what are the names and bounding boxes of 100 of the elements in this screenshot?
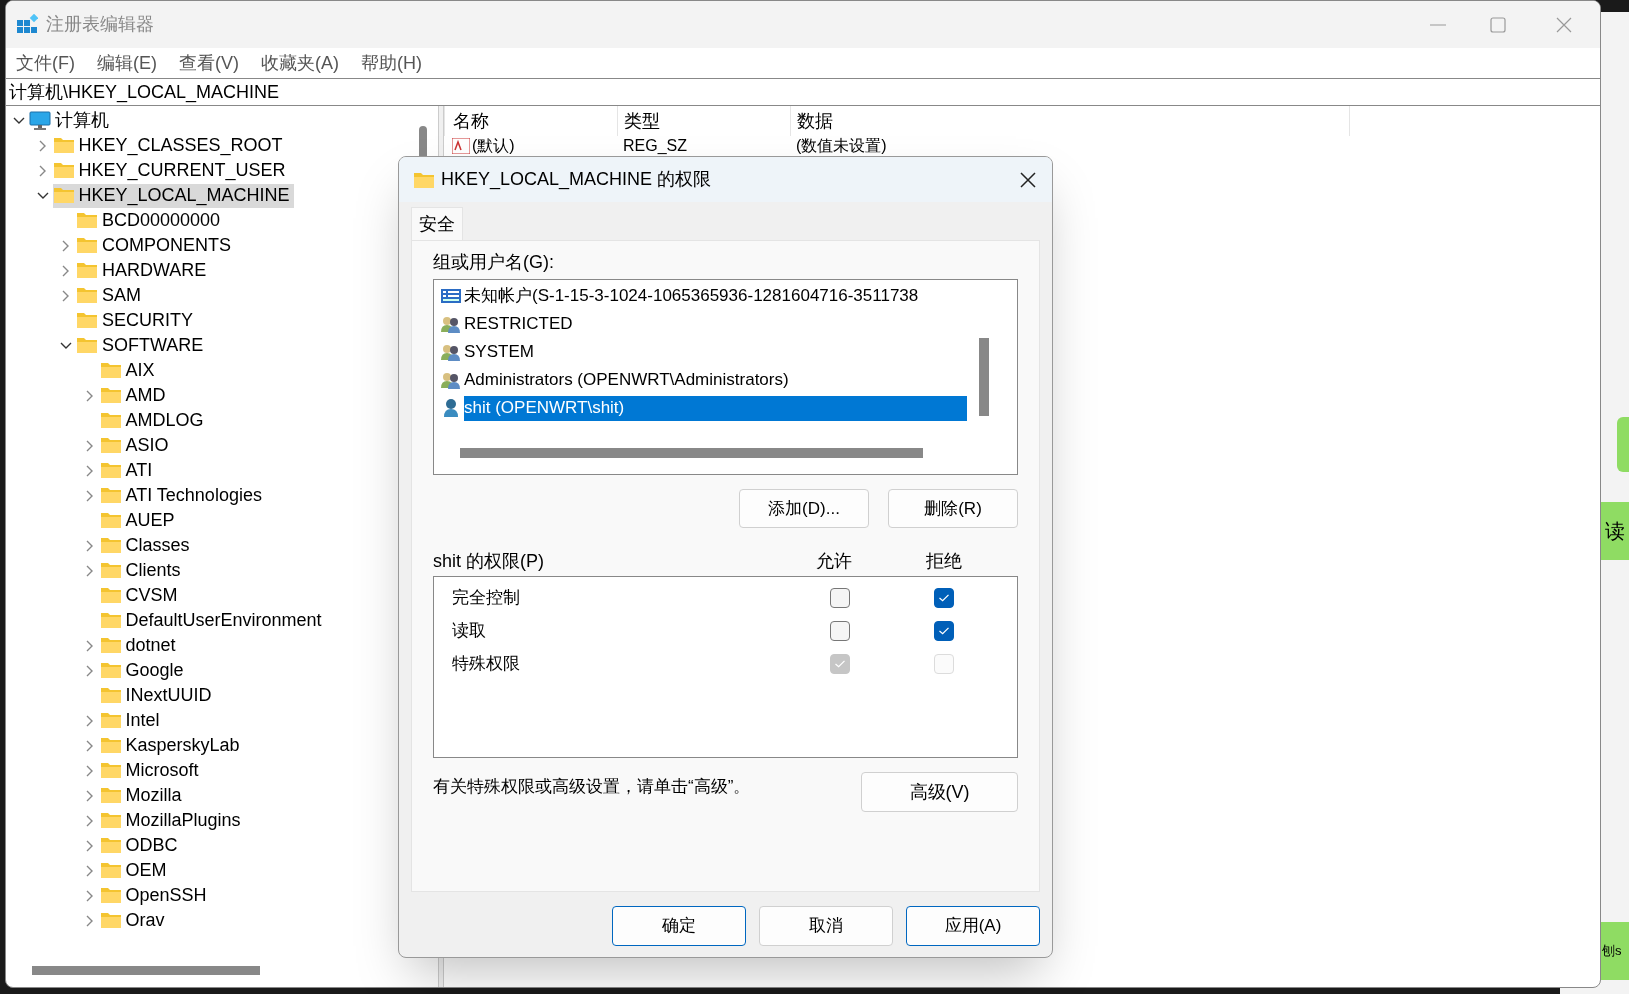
- tree-item[interactable]: ASIO: [99, 433, 173, 458]
- scrollbar-thumb[interactable]: [32, 966, 260, 975]
- tree-item[interactable]: AUEP: [99, 508, 179, 533]
- background-tab[interactable]: 读: [1601, 502, 1629, 560]
- folder-icon: [99, 586, 122, 605]
- advanced-button[interactable]: 高级(V): [861, 772, 1018, 812]
- tree-item[interactable]: KasperskyLab: [99, 733, 244, 758]
- tree-item[interactable]: Mozilla: [99, 783, 186, 808]
- tree-item[interactable]: MozillaPlugins: [99, 808, 245, 833]
- menu-item[interactable]: 编辑(E): [97, 49, 157, 77]
- user-icon: [441, 398, 461, 418]
- tree-item[interactable]: Microsoft: [99, 758, 203, 783]
- button[interactable]: 添加(D)...: [739, 489, 869, 528]
- menu-item[interactable]: 文件(F): [16, 49, 75, 77]
- tree-item[interactable]: 计算机: [29, 108, 113, 133]
- folder-icon: [99, 761, 122, 780]
- folder-icon: [99, 811, 122, 830]
- tree-item[interactable]: SAM: [76, 283, 145, 308]
- tree-item[interactable]: Clients: [99, 558, 185, 583]
- permission-label: 完全控制: [452, 586, 521, 609]
- folder-icon: [99, 911, 122, 930]
- folder-icon: [99, 786, 122, 805]
- tree-item[interactable]: ATI: [99, 458, 157, 483]
- tree-item[interactable]: SOFTWARE: [76, 333, 208, 358]
- permissions-label: shit 的权限(P): [433, 549, 545, 573]
- tree-item[interactable]: dotnet: [99, 633, 180, 658]
- tree-item[interactable]: ODBC: [99, 833, 182, 858]
- tree-item[interactable]: Orav: [99, 908, 169, 933]
- users-icon: [440, 314, 462, 334]
- button[interactable]: 应用(A): [906, 906, 1040, 946]
- folder-icon: [99, 561, 122, 580]
- folder-icon: [76, 236, 98, 255]
- tree-item[interactable]: Google: [99, 658, 188, 683]
- scrollbar-thumb[interactable]: [460, 448, 923, 458]
- tree-item[interactable]: OpenSSH: [99, 883, 211, 908]
- menu-item[interactable]: 帮助(H): [361, 49, 422, 77]
- tree-item[interactable]: Classes: [99, 533, 194, 558]
- tree-item[interactable]: INextUUID: [99, 683, 216, 708]
- tree-item[interactable]: SECURITY: [76, 308, 197, 333]
- tree-item[interactable]: HARDWARE: [76, 258, 211, 283]
- string-value-icon: [452, 138, 470, 154]
- checkbox[interactable]: [830, 620, 850, 641]
- folder-icon: [99, 386, 122, 405]
- scrollbar-thumb[interactable]: [979, 338, 989, 416]
- tree-item[interactable]: BCD00000000: [76, 208, 225, 233]
- tree-item[interactable]: DefaultUserEnvironment: [99, 608, 326, 633]
- list-item[interactable]: SYSTEM: [464, 339, 967, 365]
- menu-item[interactable]: 收藏夹(A): [261, 49, 339, 77]
- checkbox[interactable]: [830, 587, 850, 608]
- folder-icon: [99, 886, 122, 905]
- column-header: 允许: [816, 549, 852, 573]
- column-header[interactable]: 类型: [617, 106, 790, 136]
- folder-icon: [99, 836, 122, 855]
- folder-icon: [99, 611, 122, 630]
- button[interactable]: 删除(R): [888, 489, 1018, 528]
- column-header[interactable]: 名称: [444, 106, 617, 136]
- folder-icon: [52, 136, 75, 155]
- folder-icon: [76, 311, 98, 330]
- table-cell-text: (默认): [472, 136, 515, 156]
- column-header[interactable]: 数据: [790, 106, 1350, 136]
- button[interactable]: 取消: [759, 906, 893, 946]
- list-item[interactable]: Administrators (OPENWRT\Administrators): [464, 367, 967, 393]
- tree-item[interactable]: ATI Technologies: [99, 483, 266, 508]
- tab[interactable]: 安全: [411, 207, 463, 240]
- background-tab[interactable]: 刨s: [1601, 922, 1629, 980]
- folder-icon: [99, 536, 122, 555]
- folder-icon: [99, 436, 122, 455]
- address-bar[interactable]: 计算机\HKEY_LOCAL_MACHINE: [6, 78, 1600, 106]
- tree-item[interactable]: AMD: [99, 383, 170, 408]
- tree-item[interactable]: OEM: [99, 858, 171, 883]
- table-cell-text: (数值未设置): [795, 136, 887, 156]
- permission-label: 读取: [452, 619, 487, 642]
- tree-item[interactable]: CVSM: [99, 583, 182, 608]
- folder-icon: [99, 486, 122, 505]
- permission-label: 特殊权限: [452, 652, 521, 675]
- folder-icon: [52, 186, 75, 205]
- list-item[interactable]: shit (OPENWRT\shit): [464, 395, 967, 421]
- folder-icon: [413, 170, 435, 189]
- folder-icon: [76, 261, 98, 280]
- checkbox[interactable]: [934, 620, 954, 641]
- folder-icon: [99, 661, 122, 680]
- folder-icon: [76, 211, 98, 230]
- folder-icon: [99, 736, 122, 755]
- tree-item[interactable]: Intel: [99, 708, 164, 733]
- close-icon[interactable]: [1018, 169, 1038, 190]
- button[interactable]: 确定: [612, 906, 746, 946]
- tree-item[interactable]: AMDLOG: [99, 408, 208, 433]
- tree-item[interactable]: HKEY_LOCAL_MACHINE: [52, 183, 294, 208]
- tree-item[interactable]: AIX: [99, 358, 159, 383]
- tree-item[interactable]: HKEY_CLASSES_ROOT: [52, 133, 287, 158]
- checkbox[interactable]: [934, 587, 954, 608]
- folder-icon: [99, 361, 122, 380]
- list-item[interactable]: RESTRICTED: [464, 311, 967, 337]
- list-item[interactable]: 未知帐户(S-1-15-3-1024-1065365936-1281604716-3511738: [464, 283, 967, 309]
- tree-item[interactable]: HKEY_CURRENT_USER: [52, 158, 290, 183]
- menu-item[interactable]: 查看(V): [179, 49, 239, 77]
- tree-item[interactable]: COMPONENTS: [76, 233, 235, 258]
- folder-icon: [76, 286, 98, 305]
- app-icon: [16, 13, 38, 36]
- window-title: 注册表编辑器: [46, 13, 154, 36]
